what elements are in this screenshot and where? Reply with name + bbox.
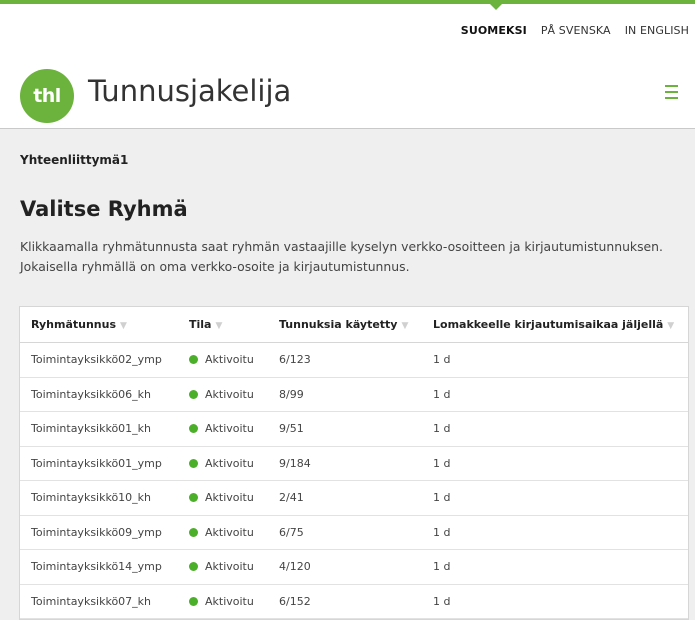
sort-icon[interactable]: ▼ <box>401 321 408 331</box>
language-english-link[interactable]: IN ENGLISH <box>625 24 689 37</box>
group-id-cell[interactable]: Toimintayksikkö06_kh <box>20 377 178 412</box>
status-cell: Aktivoitu <box>178 342 268 378</box>
status-dot-icon <box>189 389 198 399</box>
time-left-cell: 1 d <box>422 342 688 378</box>
status-cell: Aktivoitu <box>178 515 268 550</box>
table-row[interactable]: Toimintayksikkö02_ymp Aktivoitu 6/123 1 … <box>20 342 688 378</box>
group-id-cell[interactable]: Toimintayksikkö01_kh <box>20 411 178 447</box>
table-row[interactable]: Toimintayksikkö01_kh Aktivoitu 9/51 1 d <box>20 411 688 447</box>
column-header-time-left[interactable]: Lomakkeelle kirjautumisaikaa jäljellä ▼ <box>422 307 688 343</box>
page-title: Valitse Ryhmä <box>20 197 188 221</box>
sort-icon[interactable]: ▼ <box>667 321 674 331</box>
thl-logo[interactable]: thl <box>20 69 74 123</box>
sort-icon[interactable]: ▼ <box>215 321 222 331</box>
column-header-group-id[interactable]: Ryhmätunnus ▼ <box>20 307 178 343</box>
status-dot-icon <box>189 596 198 606</box>
table-row[interactable]: Toimintayksikkö07_kh Aktivoitu 6/152 1 d <box>20 584 688 619</box>
used-credentials-cell: 9/51 <box>268 411 422 447</box>
used-credentials-cell: 6/123 <box>268 342 422 378</box>
table-row[interactable]: Toimintayksikkö09_ymp Aktivoitu 6/75 1 d <box>20 515 688 550</box>
column-header-status[interactable]: Tila ▼ <box>178 307 268 343</box>
time-left-cell: 1 d <box>422 584 688 619</box>
status-dot-icon <box>189 493 198 503</box>
status-dot-icon <box>189 562 198 572</box>
group-id-cell[interactable]: Toimintayksikkö09_ymp <box>20 515 178 550</box>
sort-icon[interactable]: ▼ <box>120 321 127 331</box>
time-left-cell: 1 d <box>422 446 688 481</box>
status-cell: Aktivoitu <box>178 480 268 516</box>
status-cell: Aktivoitu <box>178 411 268 447</box>
breadcrumb: Yhteenliittymä1 <box>20 153 129 167</box>
site-header: SUOMEKSI PÅ SVENSKA IN ENGLISH thl Tunnu… <box>0 0 695 129</box>
group-id-cell[interactable]: Toimintayksikkö07_kh <box>20 584 178 619</box>
group-id-cell[interactable]: Toimintayksikkö01_ymp <box>20 446 178 481</box>
language-swedish-link[interactable]: PÅ SVENSKA <box>541 24 611 37</box>
used-credentials-cell: 6/75 <box>268 515 422 550</box>
used-credentials-cell: 9/184 <box>268 446 422 481</box>
status-cell: Aktivoitu <box>178 549 268 585</box>
page-description: Klikkaamalla ryhmätunnusta saat ryhmän v… <box>20 239 663 274</box>
group-id-cell[interactable]: Toimintayksikkö14_ymp <box>20 549 178 585</box>
status-dot-icon <box>189 355 198 365</box>
used-credentials-cell: 2/41 <box>268 480 422 516</box>
used-credentials-cell: 6/152 <box>268 584 422 619</box>
table-header-row: Ryhmätunnus ▼ Tila ▼ Tunnuksia käytetty ▼ L… <box>20 307 688 343</box>
active-language-indicator <box>490 4 502 10</box>
status-cell: Aktivoitu <box>178 584 268 619</box>
status-cell: Aktivoitu <box>178 446 268 481</box>
time-left-cell: 1 d <box>422 480 688 516</box>
group-id-cell[interactable]: Toimintayksikkö10_kh <box>20 480 178 516</box>
used-credentials-cell: 8/99 <box>268 377 422 412</box>
language-finnish-link[interactable]: SUOMEKSI <box>461 24 527 37</box>
group-table: Ryhmätunnus ▼ Tila ▼ Tunnuksia käytetty ▼ L… <box>19 306 689 620</box>
language-switcher: SUOMEKSI PÅ SVENSKA IN ENGLISH <box>461 24 689 37</box>
accent-bar <box>0 0 695 4</box>
time-left-cell: 1 d <box>422 377 688 412</box>
used-credentials-cell: 4/120 <box>268 549 422 585</box>
time-left-cell: 1 d <box>422 515 688 550</box>
table-row[interactable]: Toimintayksikkö10_kh Aktivoitu 2/41 1 d <box>20 480 688 516</box>
status-dot-icon <box>189 458 198 468</box>
column-header-used-credentials[interactable]: Tunnuksia käytetty ▼ <box>268 307 422 343</box>
status-dot-icon <box>189 424 198 434</box>
status-cell: Aktivoitu <box>178 377 268 412</box>
hamburger-menu-icon[interactable] <box>665 85 678 100</box>
time-left-cell: 1 d <box>422 411 688 447</box>
app-title: Tunnusjakelija <box>88 74 292 108</box>
table-row[interactable]: Toimintayksikkö06_kh Aktivoitu 8/99 1 d <box>20 377 688 412</box>
table-row[interactable]: Toimintayksikkö01_ymp Aktivoitu 9/184 1 … <box>20 446 688 481</box>
table-row[interactable]: Toimintayksikkö14_ymp Aktivoitu 4/120 1 … <box>20 549 688 585</box>
time-left-cell: 1 d <box>422 549 688 585</box>
status-dot-icon <box>189 527 198 537</box>
group-id-cell[interactable]: Toimintayksikkö02_ymp <box>20 342 178 378</box>
